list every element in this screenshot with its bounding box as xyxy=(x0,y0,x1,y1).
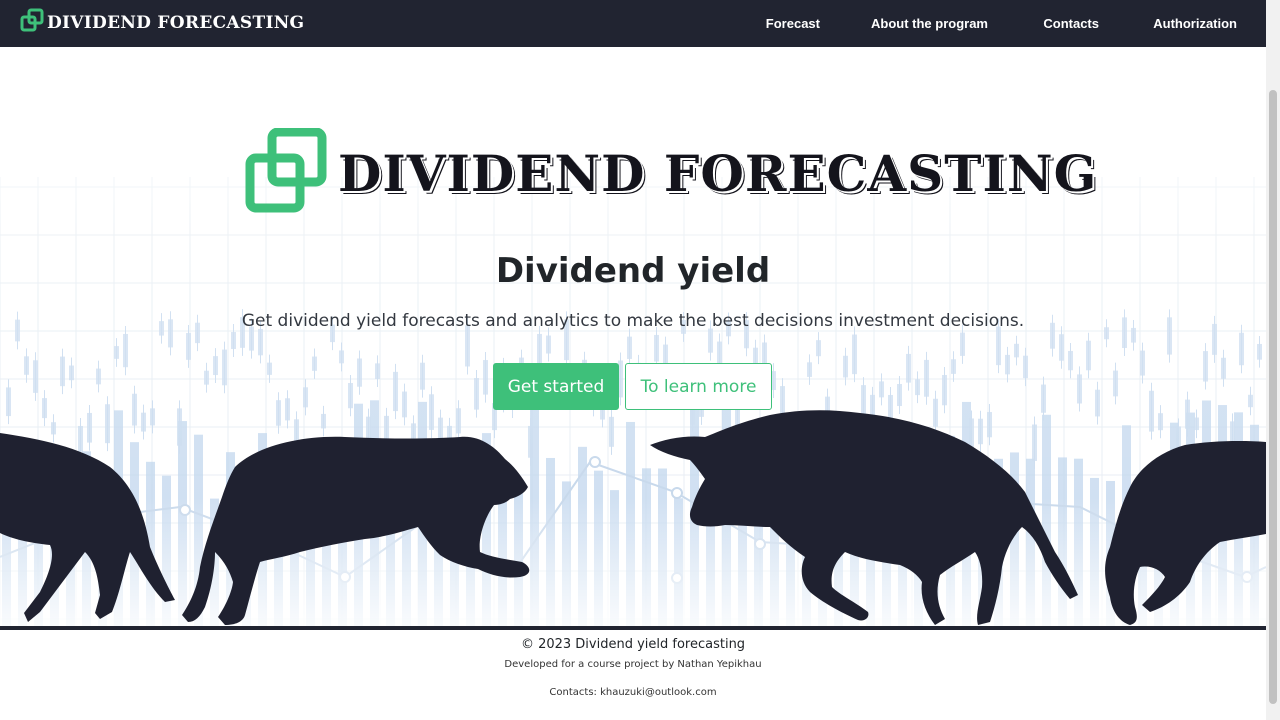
nav-link-about[interactable]: About the program xyxy=(871,0,988,47)
hero-section: DIVIDEND FORECASTING Dividend yield Get … xyxy=(0,47,1266,627)
scrollbar-thumb[interactable] xyxy=(1269,90,1277,704)
logo-icon xyxy=(20,8,44,37)
hero-subtitle: Get dividend yield forecasts and analyti… xyxy=(241,311,1025,331)
hero-title: Dividend yield xyxy=(495,251,771,291)
footer-developer: Developed for a course project by Nathan… xyxy=(504,659,762,670)
nav-link-forecast[interactable]: Forecast xyxy=(766,0,820,47)
nav-brand-text: DIVIDEND FORECASTING xyxy=(47,12,305,33)
page-scrollbar[interactable] xyxy=(1266,0,1280,720)
nav-brand[interactable]: DIVIDEND FORECASTING xyxy=(20,8,304,37)
hero-logo-icon xyxy=(244,127,328,219)
learn-more-button[interactable]: To learn more xyxy=(625,363,772,410)
get-started-button[interactable]: Get started xyxy=(493,363,619,410)
footer-copyright: © 2023 Dividend yield forecasting xyxy=(520,637,746,652)
hero-logo: DIVIDEND FORECASTING xyxy=(244,127,1098,219)
hero-logo-text: DIVIDEND FORECASTING xyxy=(338,144,1098,203)
nav-link-contacts[interactable]: Contacts xyxy=(1043,0,1099,47)
footer-divider xyxy=(0,626,1266,630)
footer-contacts: Contacts: khauzuki@outlook.com xyxy=(549,687,717,698)
top-navbar: DIVIDEND FORECASTING Forecast About the … xyxy=(0,0,1266,47)
nav-link-authorization[interactable]: Authorization xyxy=(1153,0,1237,47)
